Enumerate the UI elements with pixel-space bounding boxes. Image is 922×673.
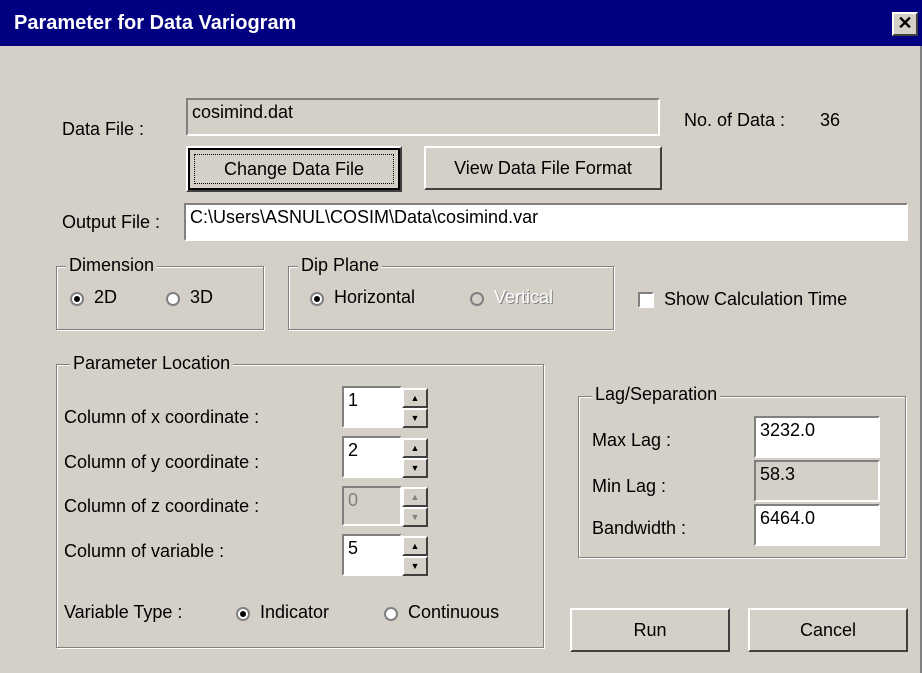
variable-type-indicator-radio[interactable] xyxy=(236,605,250,626)
parameter-location-legend: Parameter Location xyxy=(70,353,234,374)
variable-column-spin-up[interactable]: ▲ xyxy=(402,536,428,556)
variable-column-spin-down[interactable]: ▼ xyxy=(402,556,428,576)
radio-disabled-icon xyxy=(470,292,484,306)
arrow-down-icon: ▼ xyxy=(410,561,420,571)
radio-selected-icon xyxy=(70,292,84,306)
min-lag-field: 58.3 xyxy=(754,460,880,502)
arrow-up-icon: ▲ xyxy=(410,541,420,551)
variable-type-label: Variable Type : xyxy=(64,602,183,622)
variable-type-continuous-label: Continuous xyxy=(408,602,500,622)
variable-type-continuous-radio[interactable] xyxy=(384,605,398,626)
min-lag-label: Min Lag : xyxy=(592,476,667,496)
arrow-up-icon: ▲ xyxy=(410,492,420,502)
dimension-2d-label: 2D xyxy=(94,287,118,307)
bandwidth-input[interactable]: 6464.0 xyxy=(754,504,880,546)
dimension-2d-radio[interactable] xyxy=(70,290,84,311)
radio-unselected-icon xyxy=(384,607,398,621)
y-coordinate-spin-up[interactable]: ▲ xyxy=(402,438,428,458)
data-file-field: cosimind.dat xyxy=(186,98,660,136)
radio-selected-icon xyxy=(310,292,324,306)
radio-selected-icon xyxy=(236,607,250,621)
variable-column-input[interactable]: 5 xyxy=(342,534,402,576)
show-calc-time-label: Show Calculation Time xyxy=(664,289,848,309)
arrow-up-icon: ▲ xyxy=(410,393,420,403)
window-title: Parameter for Data Variogram xyxy=(14,12,297,34)
x-coordinate-spin-up[interactable]: ▲ xyxy=(402,388,428,408)
change-data-file-button[interactable]: Change Data File xyxy=(186,146,402,192)
arrow-down-icon: ▼ xyxy=(410,463,420,473)
arrow-down-icon: ▼ xyxy=(410,512,420,522)
no-of-data-value: 36 xyxy=(820,110,841,130)
z-coordinate-spin-up: ▲ xyxy=(402,487,428,507)
close-icon: ✕ xyxy=(897,13,913,33)
z-coordinate-label: Column of z coordinate : xyxy=(64,496,260,516)
close-button[interactable]: ✕ xyxy=(892,12,918,36)
run-button[interactable]: Run xyxy=(570,608,730,652)
y-coordinate-spin-down[interactable]: ▼ xyxy=(402,458,428,478)
data-file-label: Data File : xyxy=(62,119,145,139)
dip-horizontal-label: Horizontal xyxy=(334,287,416,307)
arrow-down-icon: ▼ xyxy=(410,413,420,423)
change-data-file-label: Change Data File xyxy=(223,159,365,179)
y-coordinate-input[interactable]: 2 xyxy=(342,436,402,478)
view-data-file-format-label: View Data File Format xyxy=(454,158,632,178)
z-coordinate-input: 0 xyxy=(342,486,402,526)
dimension-3d-radio[interactable] xyxy=(166,290,180,311)
output-file-label: Output File : xyxy=(62,212,161,232)
max-lag-input[interactable]: 3232.0 xyxy=(754,416,880,458)
no-of-data-label: No. of Data : xyxy=(684,110,786,130)
run-button-label: Run xyxy=(633,620,667,640)
variable-type-indicator-label: Indicator xyxy=(260,602,330,622)
x-coordinate-input[interactable]: 1 xyxy=(342,386,402,428)
show-calc-time-checkbox[interactable] xyxy=(638,292,654,308)
dip-horizontal-radio[interactable] xyxy=(310,290,324,311)
variable-column-label: Column of variable : xyxy=(64,541,225,561)
x-coordinate-spin-down[interactable]: ▼ xyxy=(402,408,428,428)
y-coordinate-label: Column of y coordinate : xyxy=(64,452,260,472)
cancel-button[interactable]: Cancel xyxy=(748,608,908,652)
cancel-button-label: Cancel xyxy=(799,620,857,640)
z-coordinate-spin-down: ▼ xyxy=(402,507,428,527)
radio-unselected-icon xyxy=(166,292,180,306)
x-coordinate-label: Column of x coordinate : xyxy=(64,407,260,427)
lag-separation-legend: Lag/Separation xyxy=(592,384,721,405)
dimension-legend: Dimension xyxy=(66,255,158,276)
dimension-3d-label: 3D xyxy=(190,287,214,307)
dip-plane-legend: Dip Plane xyxy=(298,255,383,276)
arrow-up-icon: ▲ xyxy=(410,443,420,453)
max-lag-label: Max Lag : xyxy=(592,430,672,450)
bandwidth-label: Bandwidth : xyxy=(592,518,687,538)
dip-vertical-label: Vertical xyxy=(494,287,554,307)
view-data-file-format-button[interactable]: View Data File Format xyxy=(424,146,662,190)
dip-vertical-radio xyxy=(470,290,484,311)
output-file-input[interactable]: C:\Users\ASNUL\COSIM\Data\cosimind.var xyxy=(184,203,908,241)
